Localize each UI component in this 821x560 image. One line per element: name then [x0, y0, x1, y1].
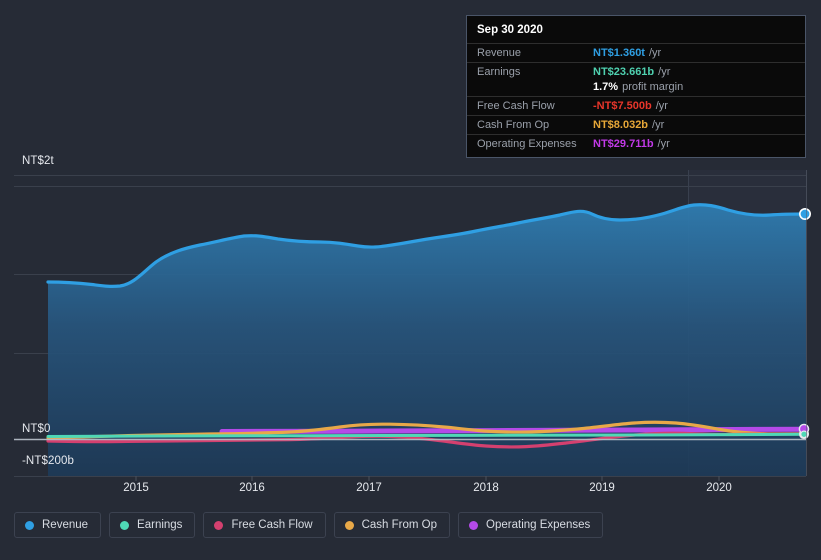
tooltip-rows: Revenue NT$1.360t/yr Earnings NT$23.661b/yr… [467, 43, 805, 153]
y-axis-label-negative: -NT$200b [22, 455, 74, 467]
tooltip-row-value: NT$1.360t/yr [593, 47, 662, 59]
tooltip-row-label: Cash From Op [477, 119, 550, 131]
legend-item-cash-from-op[interactable]: Cash From Op [333, 512, 451, 538]
tooltip-date: Sep 30 2020 [477, 24, 543, 36]
legend-item-revenue[interactable]: Revenue [14, 512, 102, 538]
x-axis-label-2016: 2016 [239, 482, 265, 494]
legend-item-label: Operating Expenses [486, 519, 591, 531]
tooltip-row-suffix: /yr [658, 66, 671, 78]
tooltip-row-value: NT$23.661b/yr [593, 66, 671, 78]
tooltip-row-label: Free Cash Flow [477, 100, 555, 112]
y-axis-label-top: NT$2t [22, 155, 54, 167]
legend-item-label: Earnings [137, 519, 183, 531]
tooltip-row-value: NT$29.711b/yr [593, 138, 670, 150]
tooltip-row: Cash From Op NT$8.032b/yr [467, 115, 805, 134]
tooltip-row-suffix: /yr [648, 47, 662, 59]
x-axis-label-2019: 2019 [589, 482, 615, 494]
legend-item-label: Revenue [42, 519, 89, 531]
tooltip-row-value: -NT$7.500b/yr [593, 100, 668, 112]
x-axis-label-2015: 2015 [123, 482, 149, 494]
legend-color-dot-icon [344, 520, 354, 530]
tooltip-row: Earnings NT$23.661b/yr [467, 62, 805, 81]
tooltip-row-value: 1.7% profit margin [593, 81, 684, 93]
tooltip-row: Revenue NT$1.360t/yr [467, 43, 805, 62]
tooltip-row-suffix: /yr [652, 119, 665, 131]
tooltip-row-suffix: /yr [657, 138, 670, 150]
tooltip-row: Free Cash Flow -NT$7.500b/yr [467, 96, 805, 115]
legend-color-dot-icon [120, 520, 130, 530]
tooltip-row: 1.7% profit margin [467, 81, 805, 96]
tooltip-row-label: Revenue [477, 47, 522, 59]
tooltip-row-suffix: /yr [655, 100, 668, 112]
x-axis-label-2018: 2018 [473, 482, 499, 494]
tooltip-row-label: Operating Expenses [477, 138, 577, 150]
x-axis-label-2017: 2017 [356, 482, 382, 494]
earnings-line[interactable] [46, 432, 806, 438]
chart-legend[interactable]: Revenue Earnings Free Cash Flow Cash From O… [14, 512, 604, 538]
legend-color-dot-icon [469, 520, 479, 530]
tooltip-row-suffix: profit margin [622, 81, 684, 93]
legend-item-label: Free Cash Flow [231, 519, 313, 531]
legend-item-label: Cash From Op [361, 519, 438, 531]
tooltip-row-value: NT$8.032b/yr [593, 119, 665, 131]
revenue-endpoint-marker[interactable] [798, 208, 811, 221]
legend-item-operating-expenses[interactable]: Operating Expenses [458, 512, 604, 538]
legend-item-free-cash-flow[interactable]: Free Cash Flow [203, 512, 326, 538]
legend-color-dot-icon [214, 520, 224, 530]
tooltip-row-label: Earnings [477, 66, 521, 78]
financial-chart-widget: NT$2t NT$0 -NT$200b 2015 2016 2017 2018 … [0, 0, 821, 560]
legend-color-dot-icon [25, 520, 34, 530]
x-axis-label-2020: 2020 [706, 482, 732, 494]
y-axis-label-zero: NT$0 [22, 423, 51, 435]
chart-tooltip: Sep 30 2020 Revenue NT$1.360t/yr Earnings N… [466, 15, 806, 158]
legend-item-earnings[interactable]: Earnings [109, 512, 196, 538]
tooltip-row: Operating Expenses NT$29.711b/yr [467, 134, 805, 153]
